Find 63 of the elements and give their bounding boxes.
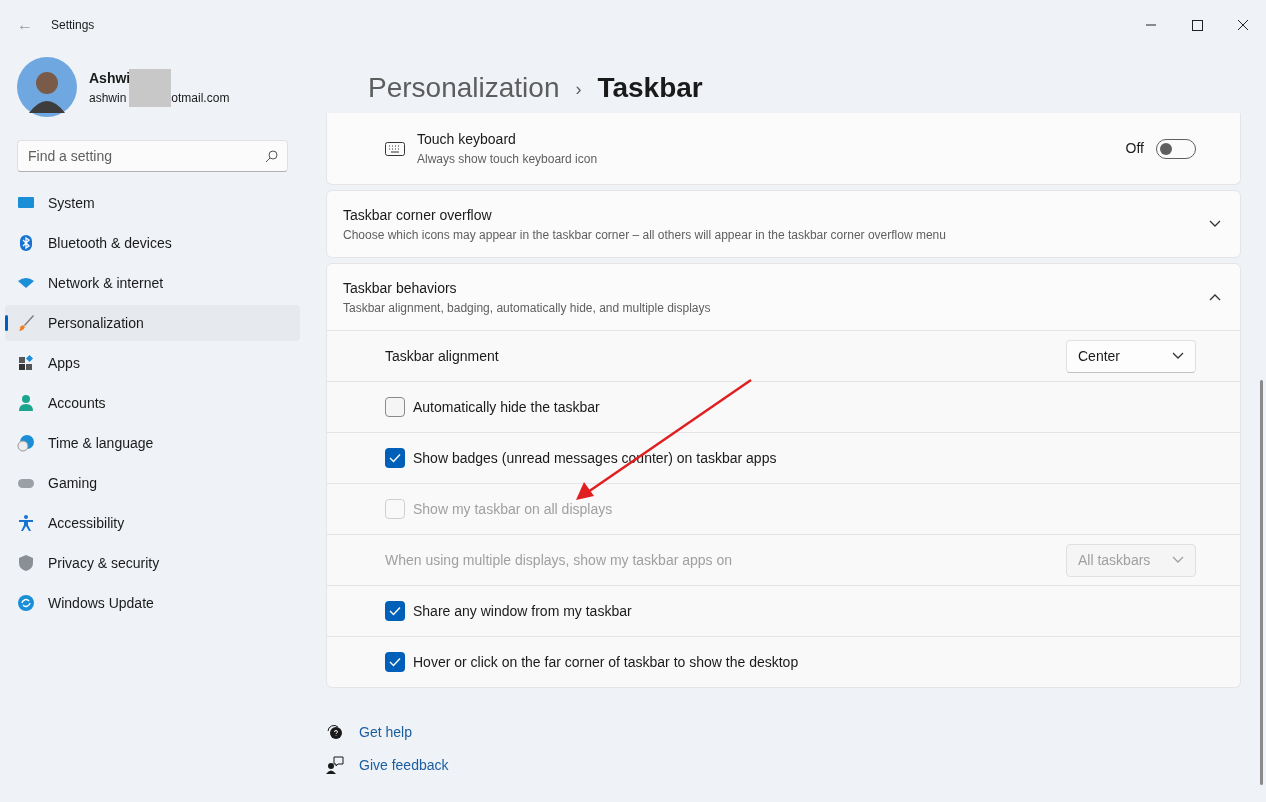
setting-subtitle: Always show touch keyboard icon [417, 151, 598, 168]
scrollbar[interactable] [1260, 380, 1263, 785]
setting-label: Hover or click on the far corner of taskbar to show the desktop [413, 652, 799, 672]
search-icon [265, 150, 278, 163]
setting-title: Touch keyboard [417, 130, 517, 149]
checkmark-icon [389, 453, 401, 463]
nav-item[interactable]: Windows Update [5, 585, 300, 621]
globe-clock-icon [17, 434, 35, 452]
window-title: Settings [51, 17, 95, 34]
nav-item[interactable]: Time & language [5, 425, 300, 461]
setting-label: Taskbar alignment [385, 346, 499, 366]
dropdown[interactable]: Center [1066, 339, 1196, 373]
checkmark-icon [389, 657, 401, 667]
redaction-block [129, 68, 172, 107]
setting-label: When using multiple displays, show my taskbar apps on [385, 550, 733, 570]
breadcrumb-link[interactable]: Personalization [368, 67, 560, 109]
chevron-icon [1209, 293, 1221, 301]
nav-item[interactable]: Network & internet [5, 265, 300, 301]
shield-icon [17, 554, 35, 572]
setting-label: Show my taskbar on all displays [413, 499, 613, 519]
sync-icon [17, 594, 35, 612]
help-link[interactable]: Give feedback [359, 754, 449, 776]
setting-label: Share any window from my taskbar [413, 601, 632, 621]
account-email: ashwin [89, 89, 127, 107]
avatar [17, 57, 77, 117]
accessibility-icon [17, 514, 35, 532]
nav-item[interactable]: System [5, 185, 300, 221]
chevron-icon [1172, 556, 1184, 564]
checkbox[interactable] [385, 601, 405, 621]
checkbox[interactable] [385, 397, 405, 417]
setting-title: Taskbar corner overflow [343, 205, 493, 225]
chevron-icon [1209, 220, 1221, 228]
checkbox[interactable] [385, 652, 405, 672]
search-field[interactable]: Find a setting [17, 140, 288, 172]
apps-icon [17, 354, 35, 372]
expander-header[interactable]: Taskbar behaviors Taskbar alignment, badging, automatically hide, and multiple displays [326, 263, 1241, 331]
nav-item[interactable]: Accessibility [5, 505, 300, 541]
setting-subtitle: Taskbar alignment, badging, automatically hide, and multiple displays [343, 299, 711, 317]
chevron-icon [1172, 352, 1184, 360]
brush-icon [17, 314, 35, 332]
nav-item[interactable]: Privacy & security [5, 545, 300, 581]
page-title: Taskbar [597, 71, 703, 105]
expander-header[interactable]: Taskbar corner overflow Choose which icons may appear in the taskbar corner – all others will appear in the taskbar corner overflow menu [326, 190, 1241, 258]
account-email: otmail.com [171, 89, 230, 107]
help-icon [326, 723, 344, 741]
person-icon [17, 394, 35, 412]
keyboard-icon [385, 141, 405, 156]
bluetooth-icon [17, 234, 35, 252]
checkbox[interactable] [385, 448, 405, 468]
account-name: Ashwi [89, 68, 131, 88]
feedback-icon [326, 756, 344, 774]
nav-item[interactable]: Personalization [5, 305, 300, 341]
nav-item[interactable]: Apps [5, 345, 300, 381]
help-link[interactable]: Get help [359, 721, 412, 743]
setting-title: Taskbar behaviors [343, 278, 458, 298]
nav-item[interactable]: Gaming [5, 465, 300, 501]
setting-subtitle: Choose which icons may appear in the taskbar corner – all others will appear in the taskbar corner overflow menu [343, 226, 946, 244]
nav-item[interactable]: Accounts [5, 385, 300, 421]
setting-label: Automatically hide the taskbar [413, 397, 600, 417]
nav-item[interactable]: Bluetooth & devices [5, 225, 300, 261]
toggle-state: Off [1125, 139, 1144, 158]
breadcrumb-separator: › [575, 78, 582, 101]
checkmark-icon [389, 606, 401, 616]
